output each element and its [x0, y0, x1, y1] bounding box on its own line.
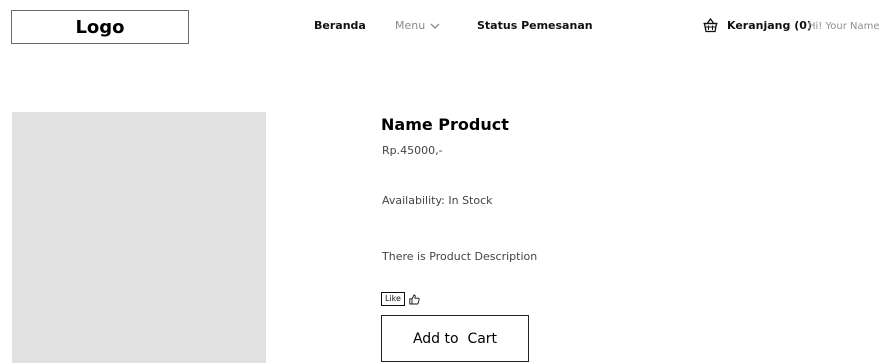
add-to-cart-button[interactable]: Add to Cart: [381, 315, 529, 362]
nav-menu-label: Menu: [395, 19, 426, 32]
nav-beranda[interactable]: Beranda: [314, 19, 366, 33]
product-image-placeholder: [12, 112, 266, 363]
product-detail-page: Logo Beranda Menu Status Pemesanan Keran…: [0, 0, 886, 363]
thumbs-up-icon[interactable]: [409, 294, 420, 305]
user-greeting[interactable]: Hi! Your Name: [808, 20, 880, 33]
chevron-down-icon: [429, 20, 441, 32]
product-description: There is Product Description: [382, 250, 538, 263]
product-name: Name Product: [381, 115, 509, 134]
nav-menu-dropdown[interactable]: Menu: [395, 19, 441, 33]
like-row: Like: [381, 292, 420, 306]
logo[interactable]: Logo: [11, 10, 189, 44]
shopping-basket-icon[interactable]: [702, 17, 719, 34]
cart-link[interactable]: Keranjang (0): [727, 19, 812, 33]
product-price: Rp.45000,-: [382, 144, 443, 157]
nav-status-pemesanan[interactable]: Status Pemesanan: [477, 19, 593, 33]
like-button[interactable]: Like: [381, 292, 405, 306]
product-availability: Availability: In Stock: [382, 194, 493, 207]
